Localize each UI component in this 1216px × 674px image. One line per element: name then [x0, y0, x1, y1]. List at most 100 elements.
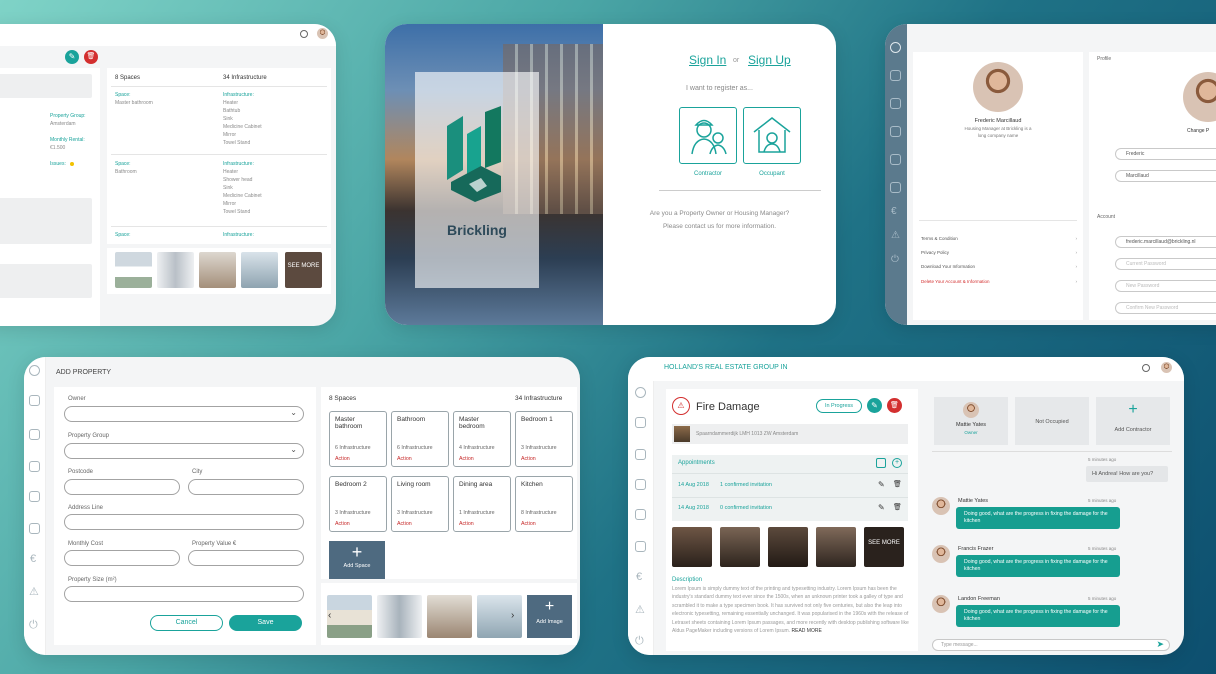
space-tile[interactable]: Bedroom 13 Infrastructure Action	[515, 411, 573, 467]
property-photo[interactable]	[199, 252, 236, 288]
home-icon[interactable]	[29, 429, 40, 440]
add-space-button[interactable]: + Add Space	[329, 541, 385, 579]
property-group-select[interactable]: ⌄	[64, 443, 304, 459]
property-photo[interactable]	[377, 595, 422, 638]
chevron-left-icon[interactable]: ‹	[328, 610, 331, 621]
inbox-icon[interactable]	[890, 154, 901, 165]
home-icon[interactable]	[635, 449, 646, 460]
address-input[interactable]	[64, 514, 304, 530]
dashboard-icon[interactable]	[890, 42, 901, 53]
contact-card[interactable]: Mattie Yates Owner	[934, 397, 1008, 445]
sign-in-link[interactable]: Sign In	[689, 53, 726, 67]
property-photo[interactable]	[477, 595, 522, 638]
add-image-button[interactable]: + Add Image	[527, 595, 572, 638]
confirm-password-field[interactable]: Confirm New Password	[1115, 302, 1216, 314]
property-size-input[interactable]	[64, 586, 304, 602]
power-icon[interactable]: ⏻	[891, 254, 899, 265]
damage-photo[interactable]	[768, 527, 808, 567]
inbox-icon[interactable]	[29, 491, 40, 502]
property-photo[interactable]	[241, 252, 278, 288]
dashboard-icon[interactable]	[635, 387, 646, 398]
add-contractor-button[interactable]: + Add Contractor	[1096, 397, 1170, 445]
profile-photo-edit[interactable]	[1183, 72, 1216, 122]
avatar[interactable]	[1161, 362, 1172, 373]
damage-photo[interactable]	[672, 527, 712, 567]
damage-photo[interactable]	[816, 527, 856, 567]
save-button[interactable]: Save	[229, 615, 302, 631]
space-tile[interactable]: Master bathroom 6 Infrastructure Action	[329, 411, 387, 467]
calendar-icon[interactable]	[876, 458, 886, 468]
power-icon[interactable]: ⏻	[29, 619, 38, 632]
property-photo[interactable]	[327, 595, 372, 638]
edit-icon[interactable]: ✎	[878, 480, 885, 489]
appointment-row[interactable]: 14 Aug 2018 0 confirmed invitation ✎ 🗑	[672, 498, 908, 520]
edit-icon[interactable]: ✎	[878, 503, 885, 512]
first-name-field[interactable]: Frederic	[1115, 148, 1216, 160]
status-badge[interactable]: In Progress	[816, 399, 862, 413]
terms-link[interactable]: Terms & Condition ›	[921, 236, 1077, 241]
see-more-button[interactable]: SEE MORE	[864, 527, 904, 567]
chart-icon[interactable]	[890, 126, 901, 137]
users-icon[interactable]	[635, 417, 646, 428]
current-password-field[interactable]: Current Password	[1115, 258, 1216, 270]
edit-button[interactable]: ✎	[867, 398, 882, 413]
dashboard-icon[interactable]	[29, 365, 40, 376]
sign-up-link[interactable]: Sign Up	[748, 53, 791, 67]
monthly-cost-input[interactable]	[64, 550, 180, 566]
delete-account-link[interactable]: Delete Your Account & Information ›	[921, 279, 1077, 284]
building-icon[interactable]	[29, 523, 40, 534]
space-tile[interactable]: Bathroom 6 Infrastructure Action	[391, 411, 449, 467]
postcode-input[interactable]	[64, 479, 180, 495]
trash-icon[interactable]: 🗑	[893, 480, 902, 488]
inbox-icon[interactable]	[635, 509, 646, 520]
search-icon[interactable]	[300, 30, 308, 38]
building-icon[interactable]	[635, 541, 646, 552]
cancel-button[interactable]: Cancel	[150, 615, 223, 631]
property-photo[interactable]	[157, 252, 194, 288]
privacy-link[interactable]: Privacy Policy ›	[921, 250, 1077, 255]
contacts-icon[interactable]	[635, 479, 646, 490]
space-tile[interactable]: Kitchen 8 Infrastructure Action	[515, 476, 573, 532]
contractor-option[interactable]	[679, 107, 737, 164]
space-tile[interactable]: Master bedroom 4 Infrastructure Action	[453, 411, 511, 467]
search-icon[interactable]	[1142, 364, 1150, 372]
last-name-field[interactable]: Marcillaud	[1115, 170, 1216, 182]
change-photo-link[interactable]: Change P	[1187, 128, 1209, 134]
read-more-link[interactable]: READ MORE	[792, 628, 822, 634]
euro-icon[interactable]: €	[891, 206, 897, 217]
delete-button[interactable]: 🗑	[84, 50, 98, 64]
occupancy-card[interactable]: Not Occupied	[1015, 397, 1089, 445]
chevron-right-icon[interactable]: ›	[511, 610, 514, 621]
download-info-link[interactable]: Download Your Information ›	[921, 264, 1077, 269]
euro-icon[interactable]: €	[30, 553, 36, 565]
users-icon[interactable]	[890, 70, 901, 81]
home-icon[interactable]	[890, 98, 901, 109]
delete-button[interactable]: 🗑	[887, 398, 902, 413]
users-icon[interactable]	[29, 395, 40, 406]
new-password-field[interactable]: New Password	[1115, 280, 1216, 292]
avatar[interactable]	[317, 28, 328, 39]
see-more-button[interactable]: SEE MORE	[285, 252, 322, 288]
occupant-option[interactable]	[743, 107, 801, 164]
euro-icon[interactable]: €	[636, 571, 642, 583]
power-icon[interactable]: ⏻	[635, 635, 644, 648]
city-input[interactable]	[188, 479, 304, 495]
damage-photo[interactable]	[720, 527, 760, 567]
message-input[interactable]: Type message... ➤	[932, 639, 1170, 651]
warning-icon[interactable]: ⚠	[29, 585, 39, 598]
send-icon[interactable]: ➤	[1156, 639, 1164, 650]
contacts-icon[interactable]	[29, 461, 40, 472]
appointment-row[interactable]: 14 Aug 2018 1 confirmed invitation ✎ 🗑	[672, 475, 908, 497]
owner-select[interactable]: ⌄	[64, 406, 304, 422]
edit-button[interactable]: ✎	[65, 50, 79, 64]
building-icon[interactable]	[890, 182, 901, 193]
trash-icon[interactable]: 🗑	[893, 503, 902, 511]
add-appointment-icon[interactable]: +	[892, 458, 902, 468]
email-field[interactable]: frederic.marcillaud@brickling.nl	[1115, 236, 1216, 248]
warning-icon[interactable]: ⚠	[891, 230, 900, 241]
warning-icon[interactable]: ⚠	[635, 603, 645, 616]
property-value-input[interactable]	[188, 550, 304, 566]
space-tile[interactable]: Bedroom 23 Infrastructure Action	[329, 476, 387, 532]
property-photo[interactable]	[115, 252, 152, 288]
space-tile[interactable]: Living room 3 Infrastructure Action	[391, 476, 449, 532]
